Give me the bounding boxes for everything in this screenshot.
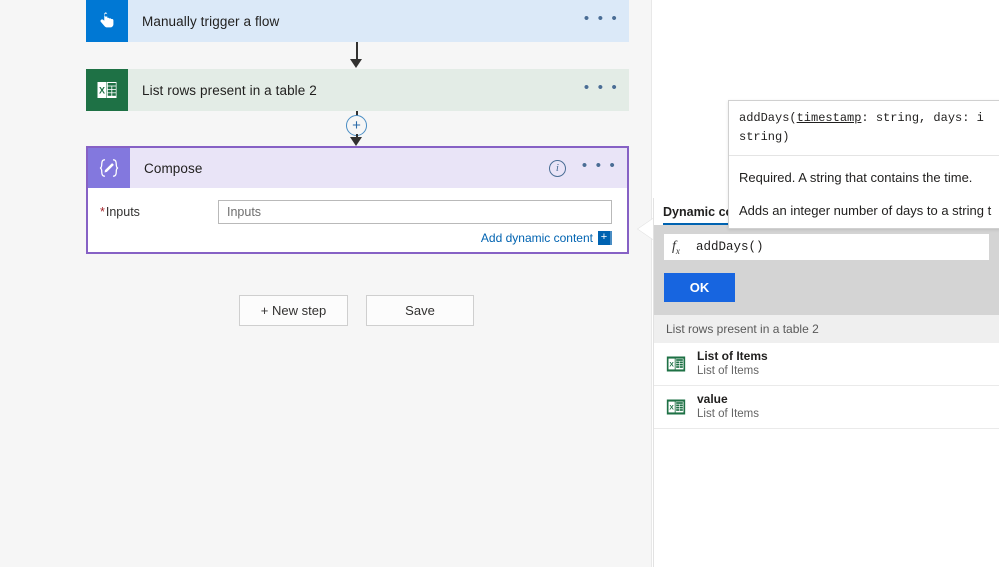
list-item[interactable]: X value List of Items [654, 386, 999, 430]
svg-text:X: X [669, 405, 674, 412]
connector-arrow-2 [350, 137, 362, 146]
flow-step-list-rows-body: List rows present in a table 2 • • • [128, 69, 629, 111]
svg-text:X: X [99, 86, 105, 96]
flow-step-compose[interactable]: Compose i • • • *Inputs Add dynamic cont… [86, 146, 629, 254]
expression-editor: fx addDays() OK [654, 225, 999, 315]
power-automate-designer: Manually trigger a flow • • • X List row… [0, 0, 999, 567]
tooltip-param-description: Required. A string that contains the tim… [739, 170, 973, 186]
connector-arrow-1 [350, 59, 362, 68]
flow-canvas: Manually trigger a flow • • • X List row… [0, 0, 652, 567]
required-marker: * [100, 205, 105, 219]
flow-step-list-rows-title: List rows present in a table 2 [142, 82, 317, 98]
excel-icon: X [666, 354, 686, 374]
list-item-text: List of Items List of Items [697, 349, 768, 379]
list-item-name: value [697, 392, 728, 407]
tap-hand-icon [86, 0, 128, 42]
flow-step-trigger-body: Manually trigger a flow • • • [128, 0, 629, 42]
dynamic-content-group-header: List rows present in a table 2 [654, 315, 999, 343]
compose-title: Compose [144, 160, 203, 176]
compose-inputs-label: *Inputs [100, 205, 218, 219]
flow-step-trigger-title: Manually trigger a flow [142, 13, 280, 29]
tab-dynamic-content[interactable]: Dynamic co [663, 205, 734, 225]
info-icon[interactable]: i [548, 159, 566, 177]
list-item-name: List of Items [697, 349, 768, 363]
excel-icon: X [666, 397, 686, 417]
tooltip-signature-param: timestamp [796, 111, 862, 125]
function-tooltip: addDays(timestamp: string, days: i string… [728, 100, 999, 230]
flow-step-trigger[interactable]: Manually trigger a flow • • • [86, 0, 629, 42]
flow-step-list-rows-menu-icon[interactable]: • • • [584, 80, 619, 100]
list-item-desc: List of Items [697, 365, 759, 378]
tooltip-signature-pre: addDays( [739, 111, 797, 125]
tooltip-summary: Adds an integer number of days to a stri… [739, 203, 992, 219]
add-dynamic-content-plus-icon[interactable]: + [598, 231, 612, 245]
tooltip-signature-post: : string, days: i [861, 111, 984, 125]
flow-step-list-rows[interactable]: X List rows present in a table 2 • • • [86, 69, 629, 111]
insert-step-button[interactable]: + [346, 115, 367, 136]
add-dynamic-content-link[interactable]: Add dynamic content [481, 231, 593, 245]
new-step-button[interactable]: + New step [239, 295, 348, 326]
add-dynamic-content-row: Add dynamic content + [100, 231, 612, 245]
svg-text:X: X [669, 362, 674, 369]
compose-inputs-input[interactable] [218, 200, 612, 224]
list-item[interactable]: X List of Items List of Items [654, 343, 999, 387]
list-item-desc: List of Items [697, 408, 759, 421]
compose-fields: *Inputs Add dynamic content + [88, 188, 627, 245]
list-item-text: value List of Items [697, 392, 759, 422]
compose-header-body: Compose i • • • [130, 148, 627, 188]
expression-input-bar[interactable]: fx addDays() [664, 234, 989, 260]
dynamic-content-flyout: Dynamic co fx addDays() OK List rows pre… [653, 198, 999, 567]
save-button[interactable]: Save [366, 295, 474, 326]
compose-header: Compose i • • • [88, 148, 627, 188]
fx-icon: fx [672, 238, 680, 256]
tooltip-signature: addDays(timestamp: string, days: i string… [729, 101, 999, 157]
expression-value: addDays() [696, 240, 764, 254]
compose-inputs-label-text: Inputs [105, 205, 140, 219]
compose-inputs-row: *Inputs [100, 200, 612, 224]
flow-step-trigger-menu-icon[interactable]: • • • [584, 11, 619, 31]
compose-menu-icon[interactable]: • • • [582, 158, 617, 178]
ok-button[interactable]: OK [664, 273, 735, 302]
tooltip-signature-line2: string) [739, 129, 790, 144]
flyout-callout-arrow [638, 218, 654, 240]
excel-icon: X [86, 69, 128, 111]
compose-braces-icon [88, 148, 130, 188]
